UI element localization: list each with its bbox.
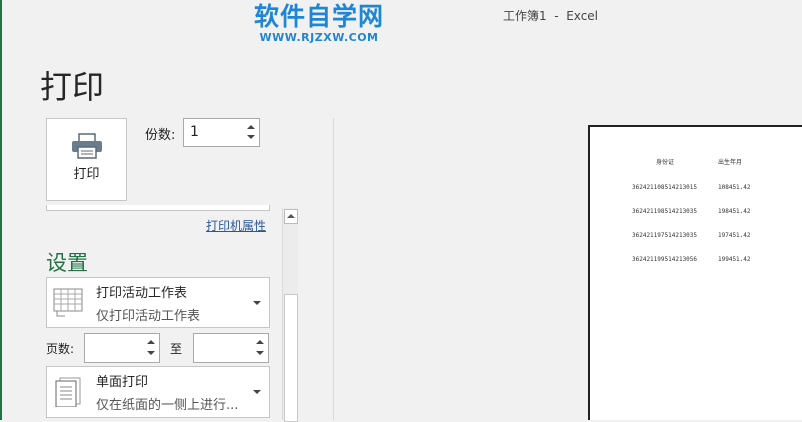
pages-to-input[interactable]: [193, 333, 269, 363]
sheet-grid-icon: [53, 288, 83, 317]
print-button[interactable]: 打印: [46, 118, 127, 201]
preview-id-column: 362421108514213015 362421198514213035 36…: [632, 168, 697, 280]
left-accent-strip: [0, 0, 2, 420]
preview-cell: 362421199514213056: [632, 256, 698, 263]
print-preview-page: 身份证 出生年月 362421108514213015 362421198514…: [588, 125, 802, 420]
print-what-dropdown[interactable]: 打印活动工作表 仅打印活动工作表: [46, 277, 270, 328]
pages-from-input[interactable]: [84, 333, 160, 363]
preview-cell: 198451.42: [718, 208, 751, 215]
watermark-url: WWW.RJZXW.COM: [259, 31, 379, 44]
chevron-down-icon: [253, 390, 261, 394]
copies-input[interactable]: 1: [183, 118, 260, 147]
preview-cell: 362421108514213015: [632, 184, 698, 191]
copies-label: 份数:: [145, 128, 176, 143]
watermark-logo: 软件自学网 WWW.RJZXW.COM: [246, 2, 392, 44]
preview-cell: 108451.42: [718, 184, 751, 191]
sides-dropdown[interactable]: 单面打印 仅在纸面的一侧上进行...: [46, 366, 270, 418]
printer-select[interactable]: [46, 205, 270, 211]
settings-scrollbar[interactable]: [282, 208, 298, 422]
copies-value: 1: [190, 124, 199, 140]
preview-cell: 362421197514213035: [632, 232, 698, 239]
sides-title: 单面打印: [96, 375, 149, 390]
window-title: 工作簿1 - Excel: [503, 9, 599, 23]
preview-cell: 197451.42: [718, 232, 751, 239]
pages-from-increment-button[interactable]: [145, 336, 156, 348]
scroll-thumb[interactable]: [284, 294, 298, 422]
preview-header-id: 身份证: [656, 159, 675, 166]
copies-decrement-button[interactable]: [245, 132, 256, 144]
preview-cell: 199451.42: [718, 256, 751, 263]
pages-to-increment-button[interactable]: [254, 336, 265, 348]
print-button-label: 打印: [73, 167, 100, 182]
sides-subtitle: 仅在纸面的一侧上进行...: [96, 398, 239, 413]
print-what-subtitle: 仅打印活动工作表: [96, 309, 201, 324]
pages-from-decrement-button[interactable]: [145, 348, 156, 360]
pages-label: 页数:: [46, 342, 75, 356]
panel-divider: [333, 118, 334, 420]
chevron-down-icon: [253, 301, 261, 305]
printer-icon: [72, 133, 102, 159]
printer-properties-link[interactable]: 打印机属性: [206, 217, 266, 234]
preview-birth-column: 108451.42 198451.42 197451.42 199451.42: [718, 168, 751, 280]
pages-to-decrement-button[interactable]: [254, 348, 265, 360]
settings-heading: 设置: [46, 251, 88, 275]
watermark-title: 软件自学网: [253, 2, 384, 31]
page-title: 打印: [40, 68, 105, 106]
scroll-up-button[interactable]: [284, 209, 298, 224]
single-sided-page-icon: [55, 377, 81, 407]
preview-cell: 362421198514213035: [632, 208, 698, 215]
print-what-title: 打印活动工作表: [96, 286, 188, 301]
preview-header-birth: 出生年月: [718, 159, 743, 166]
pages-to-label: 至: [170, 342, 183, 356]
